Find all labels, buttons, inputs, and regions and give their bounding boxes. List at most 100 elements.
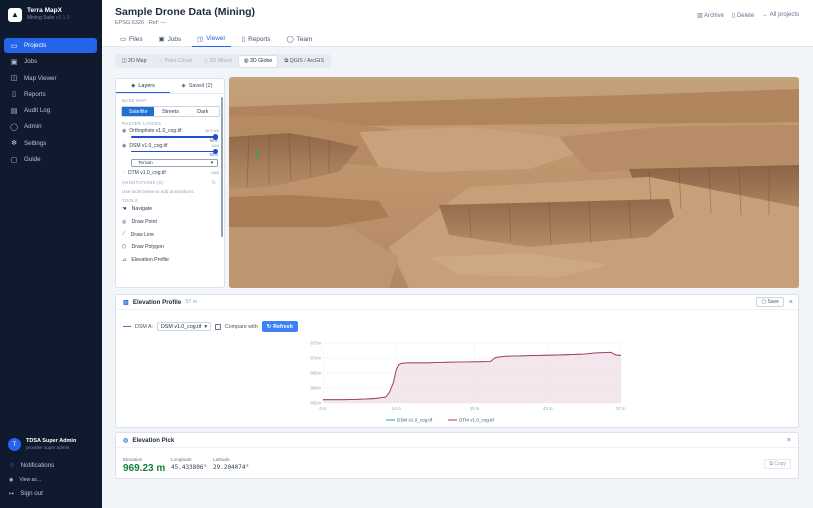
sign-out-button[interactable]: ↦ Sign out xyxy=(9,490,43,497)
slider-handle[interactable] xyxy=(212,134,218,140)
dsm-select[interactable]: DSM v1.0_cog.tif ▾ xyxy=(156,322,211,331)
layer-name: Orthophoto v1.0_cog.tif xyxy=(129,128,182,134)
tab-jobs[interactable]: ▣ Jobs xyxy=(154,31,187,47)
sidebar-item-label: Guide xyxy=(24,156,41,164)
dsm-label: DSM A: xyxy=(135,323,153,330)
view-tab-3d-globe[interactable]: ◍ 3D Globe xyxy=(238,55,278,67)
latitude-label: Latitude xyxy=(213,457,230,462)
elevation-value: 969.23 m xyxy=(123,463,166,474)
sidebar-item-guide[interactable]: ▢ Guide xyxy=(4,152,97,167)
x-tick-label: 57 m xyxy=(616,406,626,411)
sidebar-item-admin[interactable]: ◯ Admin xyxy=(4,119,97,134)
eye-off-icon: ◌ xyxy=(122,170,125,177)
sidebar-item-jobs[interactable]: ▣ Jobs xyxy=(4,54,97,69)
all-projects-link[interactable]: ← All projects xyxy=(762,12,799,19)
eye-icon: ◉ xyxy=(122,142,127,149)
chart-icon: ▥ xyxy=(123,298,129,306)
sidebar-item-reports[interactable]: ▯ Reports xyxy=(4,87,97,102)
layer-name: DSM v1.0_cog.tif xyxy=(129,142,168,149)
close-icon[interactable]: × xyxy=(789,299,793,306)
y-tick-label: 865m xyxy=(311,371,322,376)
raster-layer-orthophoto[interactable]: ◉ Orthophoto v1.0_cog.tif 36.9 MB xyxy=(122,128,224,134)
copy-icon: ⧉ xyxy=(769,461,773,467)
view-tab-3d-mixed[interactable]: ◇ 3D Mixed xyxy=(199,56,237,67)
file-icon: ▯ xyxy=(12,91,16,99)
archive-button[interactable]: ▥ Archive xyxy=(697,12,724,19)
refresh-icon[interactable]: ↻ xyxy=(212,180,216,186)
layer-size: 1MB xyxy=(211,143,219,148)
elevation-profile-title: Elevation Profile xyxy=(132,298,182,306)
tool-navigate[interactable]: ☚ Navigate xyxy=(122,203,224,216)
tab-saved[interactable]: ◈ Saved (2) xyxy=(170,79,224,93)
x-tick-label: 0 m xyxy=(320,406,327,411)
line-icon: ⟋ xyxy=(122,231,126,238)
tool-draw-line[interactable]: ⟋ Draw Line xyxy=(122,228,224,241)
profile-icon: ⊿ xyxy=(122,256,127,263)
x-tick-label: 43 m xyxy=(543,406,553,411)
save-label: Save xyxy=(767,299,779,305)
brand-version: v2.1.0 xyxy=(55,15,70,21)
copy-button[interactable]: ⧉ Copy xyxy=(764,459,791,469)
page-title: Sample Drone Data (Mining) xyxy=(115,6,256,18)
book-icon: ▢ xyxy=(10,156,18,164)
tab-layers[interactable]: ◈ Layers xyxy=(116,79,170,93)
scrollbar[interactable] xyxy=(220,97,223,237)
sidebar-item-map-viewer[interactable]: ◫ Map Viewer xyxy=(4,71,97,86)
opacity-slider[interactable] xyxy=(131,134,218,140)
sidebar-item-label: Admin xyxy=(24,123,42,131)
elevation-pick-title: Elevation Pick xyxy=(132,436,175,444)
delete-button[interactable]: ▯ Delete xyxy=(732,12,754,19)
tab-label: Files xyxy=(129,35,143,43)
y-tick-label: 870m xyxy=(311,356,322,361)
3d-globe-viewport[interactable] xyxy=(229,77,799,288)
refresh-button[interactable]: ↻ Refresh xyxy=(261,321,298,332)
elevation-chart[interactable]: 855m 860m 865m 870m 875m 0 m 14 m 29 m 43 m 57 m D… xyxy=(281,337,631,425)
longitude-label: Longitude xyxy=(171,457,192,462)
tab-files[interactable]: ▭ Files xyxy=(115,31,148,47)
trash-icon: ▯ xyxy=(731,13,736,19)
tab-viewer[interactable]: ◫ Viewer xyxy=(192,31,231,47)
user-icon: ◯ xyxy=(10,123,18,131)
base-map-streets[interactable]: Streets xyxy=(154,107,186,116)
sidebar-item-settings[interactable]: ✻ Settings xyxy=(4,136,97,151)
tool-elevation-profile[interactable]: ⊿ Elevation Profile xyxy=(122,254,224,267)
compare-checkbox[interactable] xyxy=(214,323,221,330)
user-name: TDSA Super Admin xyxy=(26,438,77,444)
y-tick-label: 860m xyxy=(311,386,322,391)
tab-label: Reports xyxy=(248,35,271,43)
notifications-label: Notifications xyxy=(20,462,55,469)
tool-label: Elevation Profile xyxy=(131,256,169,263)
user-card[interactable]: T TDSA Super Admin provider super admin xyxy=(8,438,76,451)
close-icon[interactable]: × xyxy=(787,437,791,444)
render-mode-select[interactable]: Terrain ▾ xyxy=(131,159,218,168)
tab-reports[interactable]: ▯ Reports xyxy=(237,31,276,47)
folder-icon: ▭ xyxy=(120,36,127,43)
sidebar-item-projects[interactable]: ▭ Projects xyxy=(4,38,97,53)
tool-draw-point[interactable]: ◎ Draw Point xyxy=(122,216,224,229)
view-tab-point-cloud[interactable]: ⁘ Point Cloud xyxy=(154,56,197,67)
view-tab-2d-map[interactable]: ◫ 2D Map xyxy=(117,56,152,67)
sidebar-item-audit-log[interactable]: ▤ Audit Log xyxy=(4,103,97,118)
layers-icon: ◈ xyxy=(131,82,136,89)
save-button[interactable]: ▢ Save xyxy=(756,297,784,307)
slider-handle[interactable] xyxy=(212,148,218,155)
polygon-icon: ⬡ xyxy=(122,244,127,251)
tool-draw-polygon[interactable]: ⬡ Draw Polygon xyxy=(122,241,224,254)
pin-icon: ◎ xyxy=(122,219,127,226)
base-map-dark[interactable]: Dark xyxy=(187,107,219,116)
sidebar: ▲ Terra MapX Mining Suite v2.1.0 ▭ Projec… xyxy=(0,0,102,508)
elevation-label: Elevation xyxy=(123,457,143,462)
view-as-button[interactable]: ◉ View as... xyxy=(9,477,41,483)
cube-icon: ◇ xyxy=(203,58,208,64)
tool-label: Draw Polygon xyxy=(131,244,164,251)
tab-label: Saved (2) xyxy=(188,83,213,89)
header-actions: ▥ Archive ▯ Delete ← All projects xyxy=(697,12,799,19)
series-area xyxy=(323,352,621,403)
notifications-button[interactable]: ♢ Notifications xyxy=(9,462,54,469)
view-tab-qgis[interactable]: ⧉ QGIS / ArcGIS xyxy=(279,56,329,67)
opacity-slider[interactable] xyxy=(131,148,218,155)
base-map-satellite[interactable]: Satellite xyxy=(122,107,155,116)
latitude-value: 29.204074° xyxy=(213,464,250,471)
tab-team[interactable]: ◯ Team xyxy=(281,31,317,47)
raster-layer-dsm[interactable]: ◉ DSM v1.0_cog.tif 1MB xyxy=(122,143,224,149)
